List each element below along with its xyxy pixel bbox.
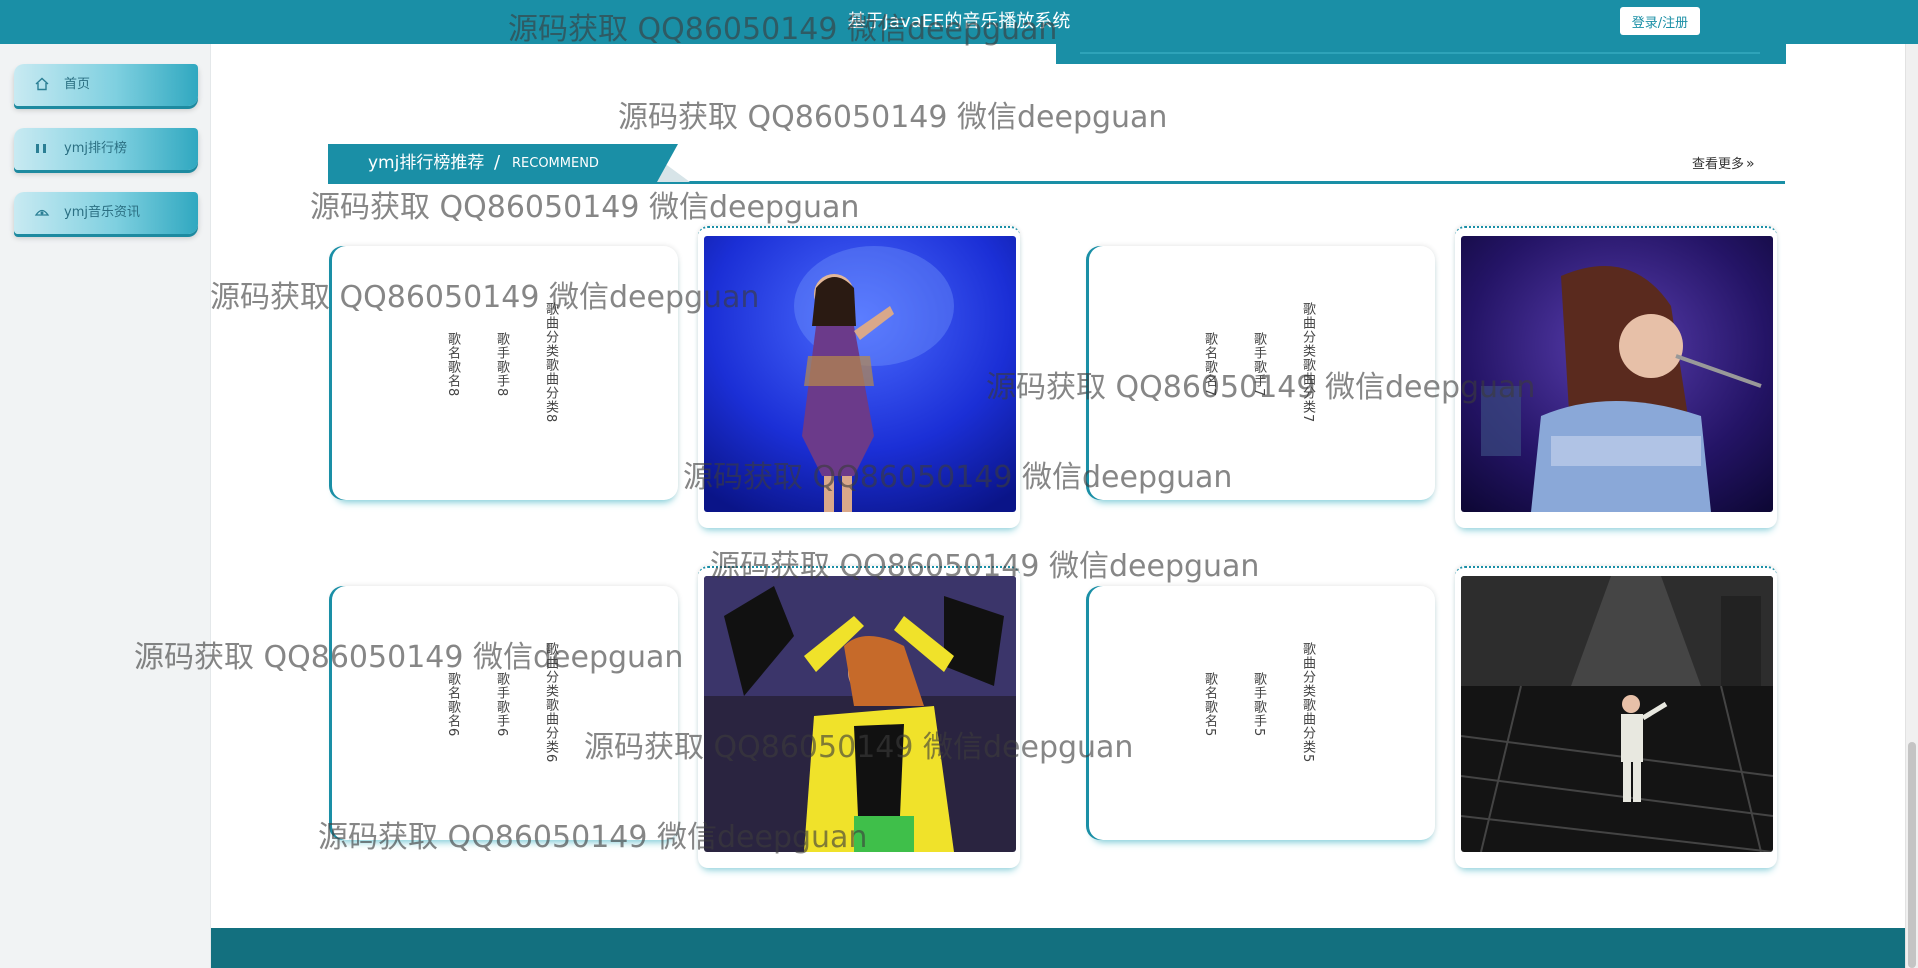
watermark-text: 源码获取 QQ86050149 微信deepguan [310,190,860,225]
song-category: 歌曲分类歌曲分类6 [543,642,558,764]
singer-name: 歌手歌手7 [1251,332,1266,398]
news-icon [34,204,50,220]
view-more-label: 查看更多 [1692,157,1745,172]
view-more-link[interactable]: 查看更多» [1692,152,1755,176]
previous-section-strip [1056,44,1786,64]
vertical-scrollbar-thumb[interactable] [1908,742,1916,968]
sidebar-item-ranking[interactable]: ymj排行榜 [14,128,198,170]
section-title-separator: / [494,152,501,173]
home-icon [34,76,50,92]
sidebar-item-label: ymj排行榜 [64,141,127,156]
singer-name: 歌手歌手5 [1251,672,1266,738]
song-info-card[interactable]: 歌名歌名8 歌手歌手8 歌曲分类歌曲分类8 [332,246,678,500]
singer-name: 歌手歌手8 [494,332,509,398]
song-cover-card[interactable] [698,226,1020,528]
sidebar-item-label: ymj音乐资讯 [64,205,140,220]
song-category: 歌曲分类歌曲分类8 [543,302,558,424]
double-chevron-right-icon: » [1746,156,1755,172]
song-category: 歌曲分类歌曲分类5 [1300,642,1315,764]
song-name: 歌名歌名8 [445,332,460,398]
sidebar-item-label: 首页 [64,77,91,92]
song-cover-image [1461,236,1773,512]
section-title: ymj排行榜推荐 [368,153,485,173]
login-register-button[interactable]: 登录/注册 [1620,7,1700,35]
song-info-card[interactable]: 歌名歌名5 歌手歌手5 歌曲分类歌曲分类5 [1089,586,1435,840]
song-cover-card[interactable] [1455,566,1777,868]
section-subtitle: RECOMMEND [512,156,599,171]
sidebar-item-home[interactable]: 首页 [14,64,198,106]
song-cover-image [1461,576,1773,852]
song-name: 歌名歌名5 [1202,672,1217,738]
singer-name: 歌手歌手6 [494,672,509,738]
watermark-text: 源码获取 QQ86050149 微信deepguan [618,100,1168,135]
song-cover-image [704,576,1016,852]
sidebar: 首页 ymj排行榜 ymj音乐资讯 [0,44,211,968]
top-bar: 基于JavaEE的音乐播放系统 登录/注册 [0,0,1918,44]
song-cover-image [704,236,1016,512]
song-name: 歌名歌名7 [1202,332,1217,398]
song-name: 歌名歌名6 [445,672,460,738]
previous-section-divider [1080,52,1760,54]
footer [211,928,1905,968]
song-info-card[interactable]: 歌名歌名7 歌手歌手7 歌曲分类歌曲分类7 [1089,246,1435,500]
ranking-icon [34,140,50,156]
song-cover-card[interactable] [698,566,1020,868]
song-info-card[interactable]: 歌名歌名6 歌手歌手6 歌曲分类歌曲分类6 [332,586,678,840]
song-category: 歌曲分类歌曲分类7 [1300,302,1315,424]
song-cover-card[interactable] [1455,226,1777,528]
sidebar-item-news[interactable]: ymj音乐资讯 [14,192,198,234]
